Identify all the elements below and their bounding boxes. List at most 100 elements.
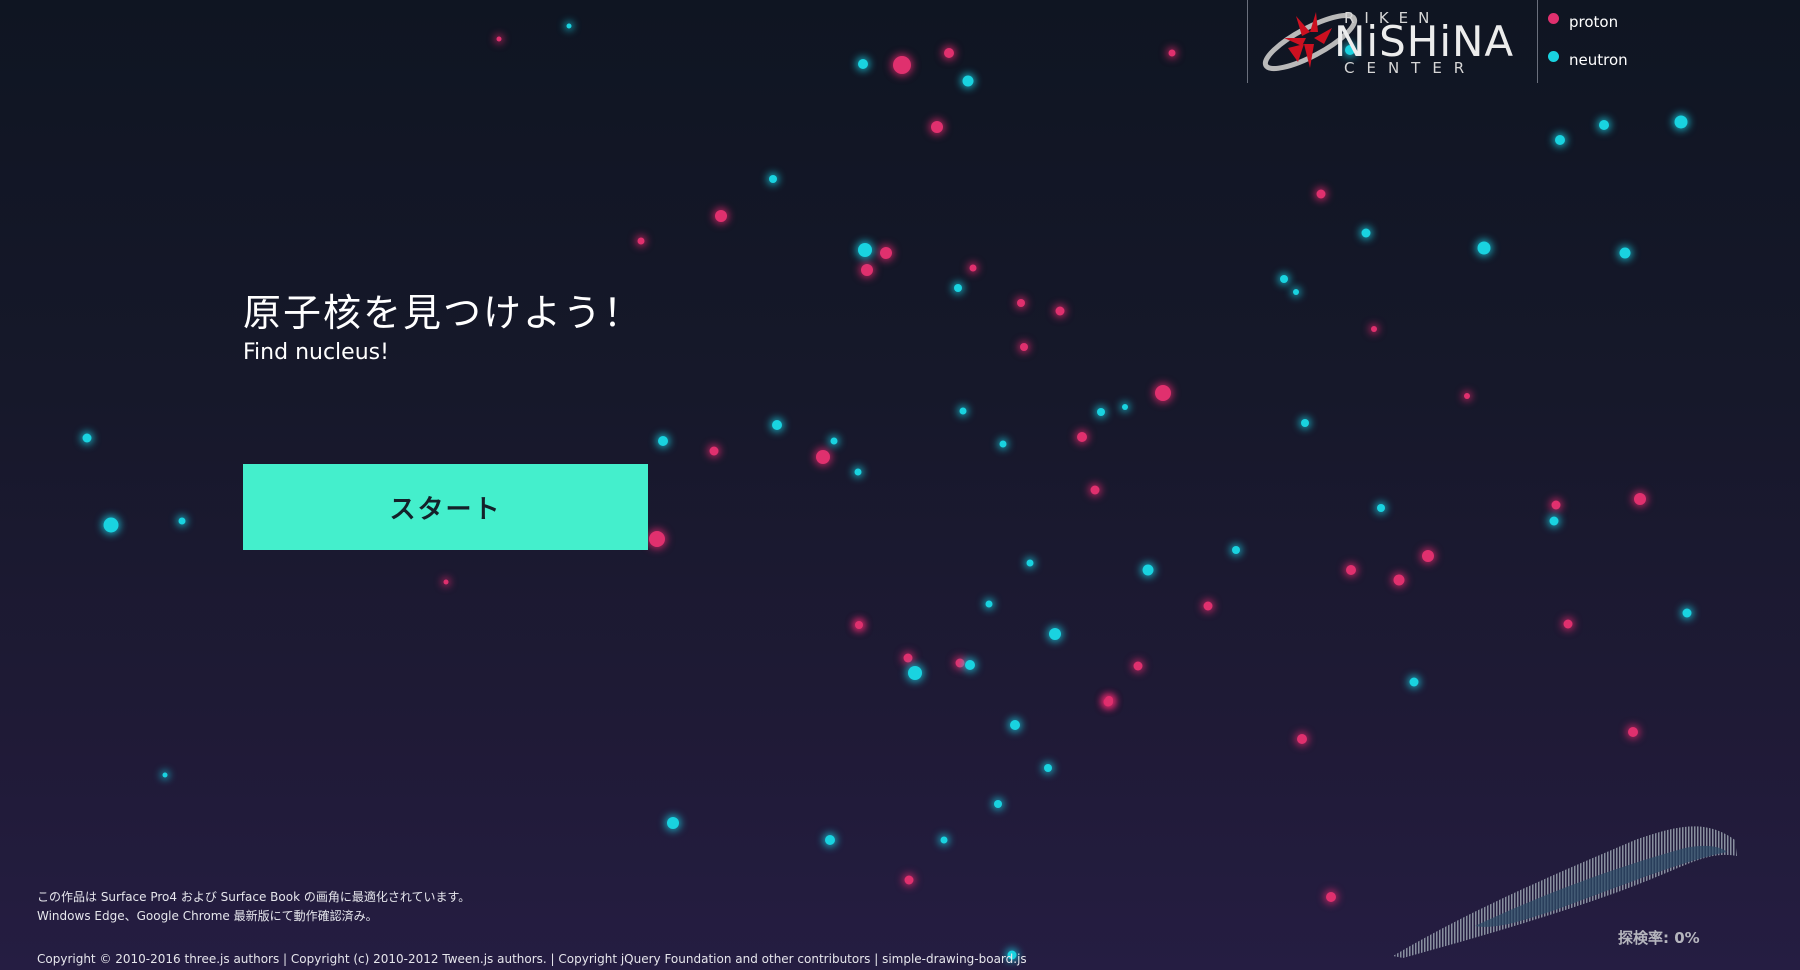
proton-particle bbox=[944, 48, 954, 58]
proton-particle bbox=[1017, 299, 1025, 307]
proton-particle bbox=[1346, 565, 1356, 575]
proton-particle bbox=[1203, 601, 1213, 611]
neutron-particle bbox=[566, 23, 572, 29]
particle-legend: proton neutron bbox=[1548, 12, 1628, 88]
neutron-particle bbox=[940, 836, 948, 844]
neutron-particle bbox=[1122, 404, 1128, 410]
neutron-particle bbox=[1049, 628, 1061, 640]
neutron-particle bbox=[1293, 289, 1299, 295]
neutron-particle bbox=[994, 800, 1002, 808]
proton-particle bbox=[969, 264, 977, 272]
logo-center-text: CENTER bbox=[1344, 59, 1477, 77]
legend-label-neutron: neutron bbox=[1569, 51, 1628, 69]
neutron-particle bbox=[103, 517, 119, 533]
proton-particle bbox=[1297, 734, 1307, 744]
neutron-particle bbox=[985, 600, 993, 608]
neutron-particle bbox=[854, 468, 862, 476]
neutron-particle bbox=[830, 437, 838, 445]
neutron-particle bbox=[858, 243, 872, 257]
page-title-en: Find nucleus! bbox=[243, 340, 389, 365]
neutron-particle bbox=[1682, 608, 1692, 618]
proton-particle bbox=[496, 36, 502, 42]
proton-particle bbox=[443, 579, 449, 585]
neutron-particle bbox=[772, 420, 782, 430]
neutron-particle bbox=[1044, 764, 1052, 772]
proton-particle bbox=[709, 446, 719, 456]
start-button[interactable]: スタート bbox=[243, 464, 648, 550]
exploration-rate: 探検率: 0% bbox=[1618, 929, 1700, 947]
neutron-particle bbox=[908, 666, 922, 680]
compatibility-note-line2: Windows Edge、Google Chrome 最新版にて動作確認済み。 bbox=[37, 909, 378, 923]
proton-particle bbox=[1422, 550, 1434, 562]
proton-particle bbox=[903, 653, 913, 663]
neutron-particle bbox=[162, 772, 168, 778]
proton-dot-icon bbox=[1548, 12, 1559, 24]
neutron-particle bbox=[82, 433, 92, 443]
proton-particle bbox=[816, 450, 830, 464]
proton-particle bbox=[880, 247, 892, 259]
logo-nishina-text: NiSHiNA bbox=[1334, 17, 1515, 66]
proton-particle bbox=[1551, 500, 1561, 510]
proton-particle bbox=[1105, 698, 1113, 706]
neutron-dot-icon bbox=[1548, 50, 1559, 62]
neutron-particle bbox=[667, 817, 679, 829]
neutron-particle bbox=[858, 59, 868, 69]
neutron-particle bbox=[1555, 135, 1565, 145]
proton-particle bbox=[855, 621, 863, 629]
neutron-particle bbox=[962, 75, 974, 87]
proton-particle bbox=[1133, 661, 1143, 671]
neutron-particle bbox=[1142, 564, 1154, 576]
neutron-particle bbox=[1674, 115, 1688, 129]
neutron-particle bbox=[658, 436, 668, 446]
proton-particle bbox=[649, 531, 665, 547]
neutron-particle bbox=[178, 517, 186, 525]
proton-particle bbox=[1393, 574, 1405, 586]
proton-particle bbox=[1326, 892, 1336, 902]
neutron-particle bbox=[1301, 419, 1309, 427]
neutron-particle bbox=[1097, 408, 1105, 416]
neutron-particle bbox=[954, 284, 962, 292]
neutron-particle bbox=[1477, 241, 1491, 255]
proton-particle bbox=[637, 237, 645, 245]
neutron-particle bbox=[1361, 228, 1371, 238]
neutron-particle bbox=[825, 835, 835, 845]
proton-particle bbox=[861, 264, 873, 276]
proton-particle bbox=[931, 121, 943, 133]
legend-item-proton: proton bbox=[1548, 12, 1628, 32]
legend-item-neutron: neutron bbox=[1548, 50, 1628, 70]
proton-particle bbox=[1634, 493, 1646, 505]
proton-particle bbox=[715, 210, 727, 222]
proton-particle bbox=[1316, 189, 1326, 199]
page-title-ja: 原子核を見つけよう！ bbox=[243, 291, 644, 335]
proton-particle bbox=[1020, 343, 1028, 351]
proton-particle bbox=[1371, 326, 1377, 332]
neutron-particle bbox=[1599, 120, 1609, 130]
proton-particle bbox=[1155, 385, 1171, 401]
proton-particle bbox=[1464, 393, 1470, 399]
proton-particle bbox=[1563, 619, 1573, 629]
neutron-particle bbox=[999, 440, 1007, 448]
copyright-text: Copyright © 2010-2016 three.js authors |… bbox=[37, 952, 1027, 966]
proton-particle bbox=[904, 875, 914, 885]
neutron-particle bbox=[1619, 247, 1631, 259]
compatibility-note-line1: この作品は Surface Pro4 および Surface Book の画角に… bbox=[37, 890, 471, 904]
neutron-particle bbox=[1409, 677, 1419, 687]
neutron-particle bbox=[959, 407, 967, 415]
neutron-particle bbox=[769, 175, 777, 183]
neutron-particle bbox=[1010, 720, 1020, 730]
legend-label-proton: proton bbox=[1569, 13, 1619, 31]
neutron-particle bbox=[1026, 559, 1034, 567]
neutron-particle bbox=[1549, 516, 1559, 526]
proton-particle bbox=[1055, 306, 1065, 316]
proton-particle bbox=[1168, 49, 1176, 57]
neutron-particle bbox=[1280, 275, 1288, 283]
proton-particle bbox=[1077, 432, 1087, 442]
proton-particle bbox=[955, 658, 965, 668]
proton-particle bbox=[893, 56, 911, 74]
proton-particle bbox=[1628, 727, 1638, 737]
neutron-particle bbox=[1232, 546, 1240, 554]
neutron-particle bbox=[965, 660, 975, 670]
compatibility-note: この作品は Surface Pro4 および Surface Book の画角に… bbox=[37, 888, 470, 926]
neutron-particle bbox=[1377, 504, 1385, 512]
proton-particle bbox=[1090, 485, 1100, 495]
